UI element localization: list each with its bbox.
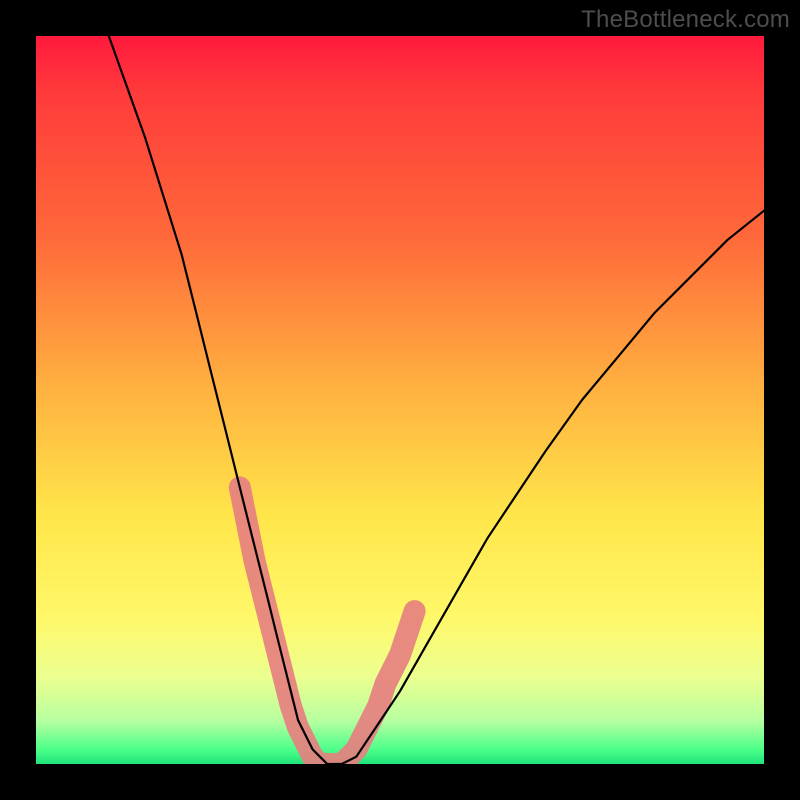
watermark-text: TheBottleneck.com [581, 6, 790, 34]
chart-svg [36, 36, 764, 764]
gpu-cluster-highlight [240, 487, 415, 764]
plot-area [36, 36, 764, 764]
bottleneck-curve [109, 36, 764, 764]
chart-frame: TheBottleneck.com [0, 0, 800, 800]
